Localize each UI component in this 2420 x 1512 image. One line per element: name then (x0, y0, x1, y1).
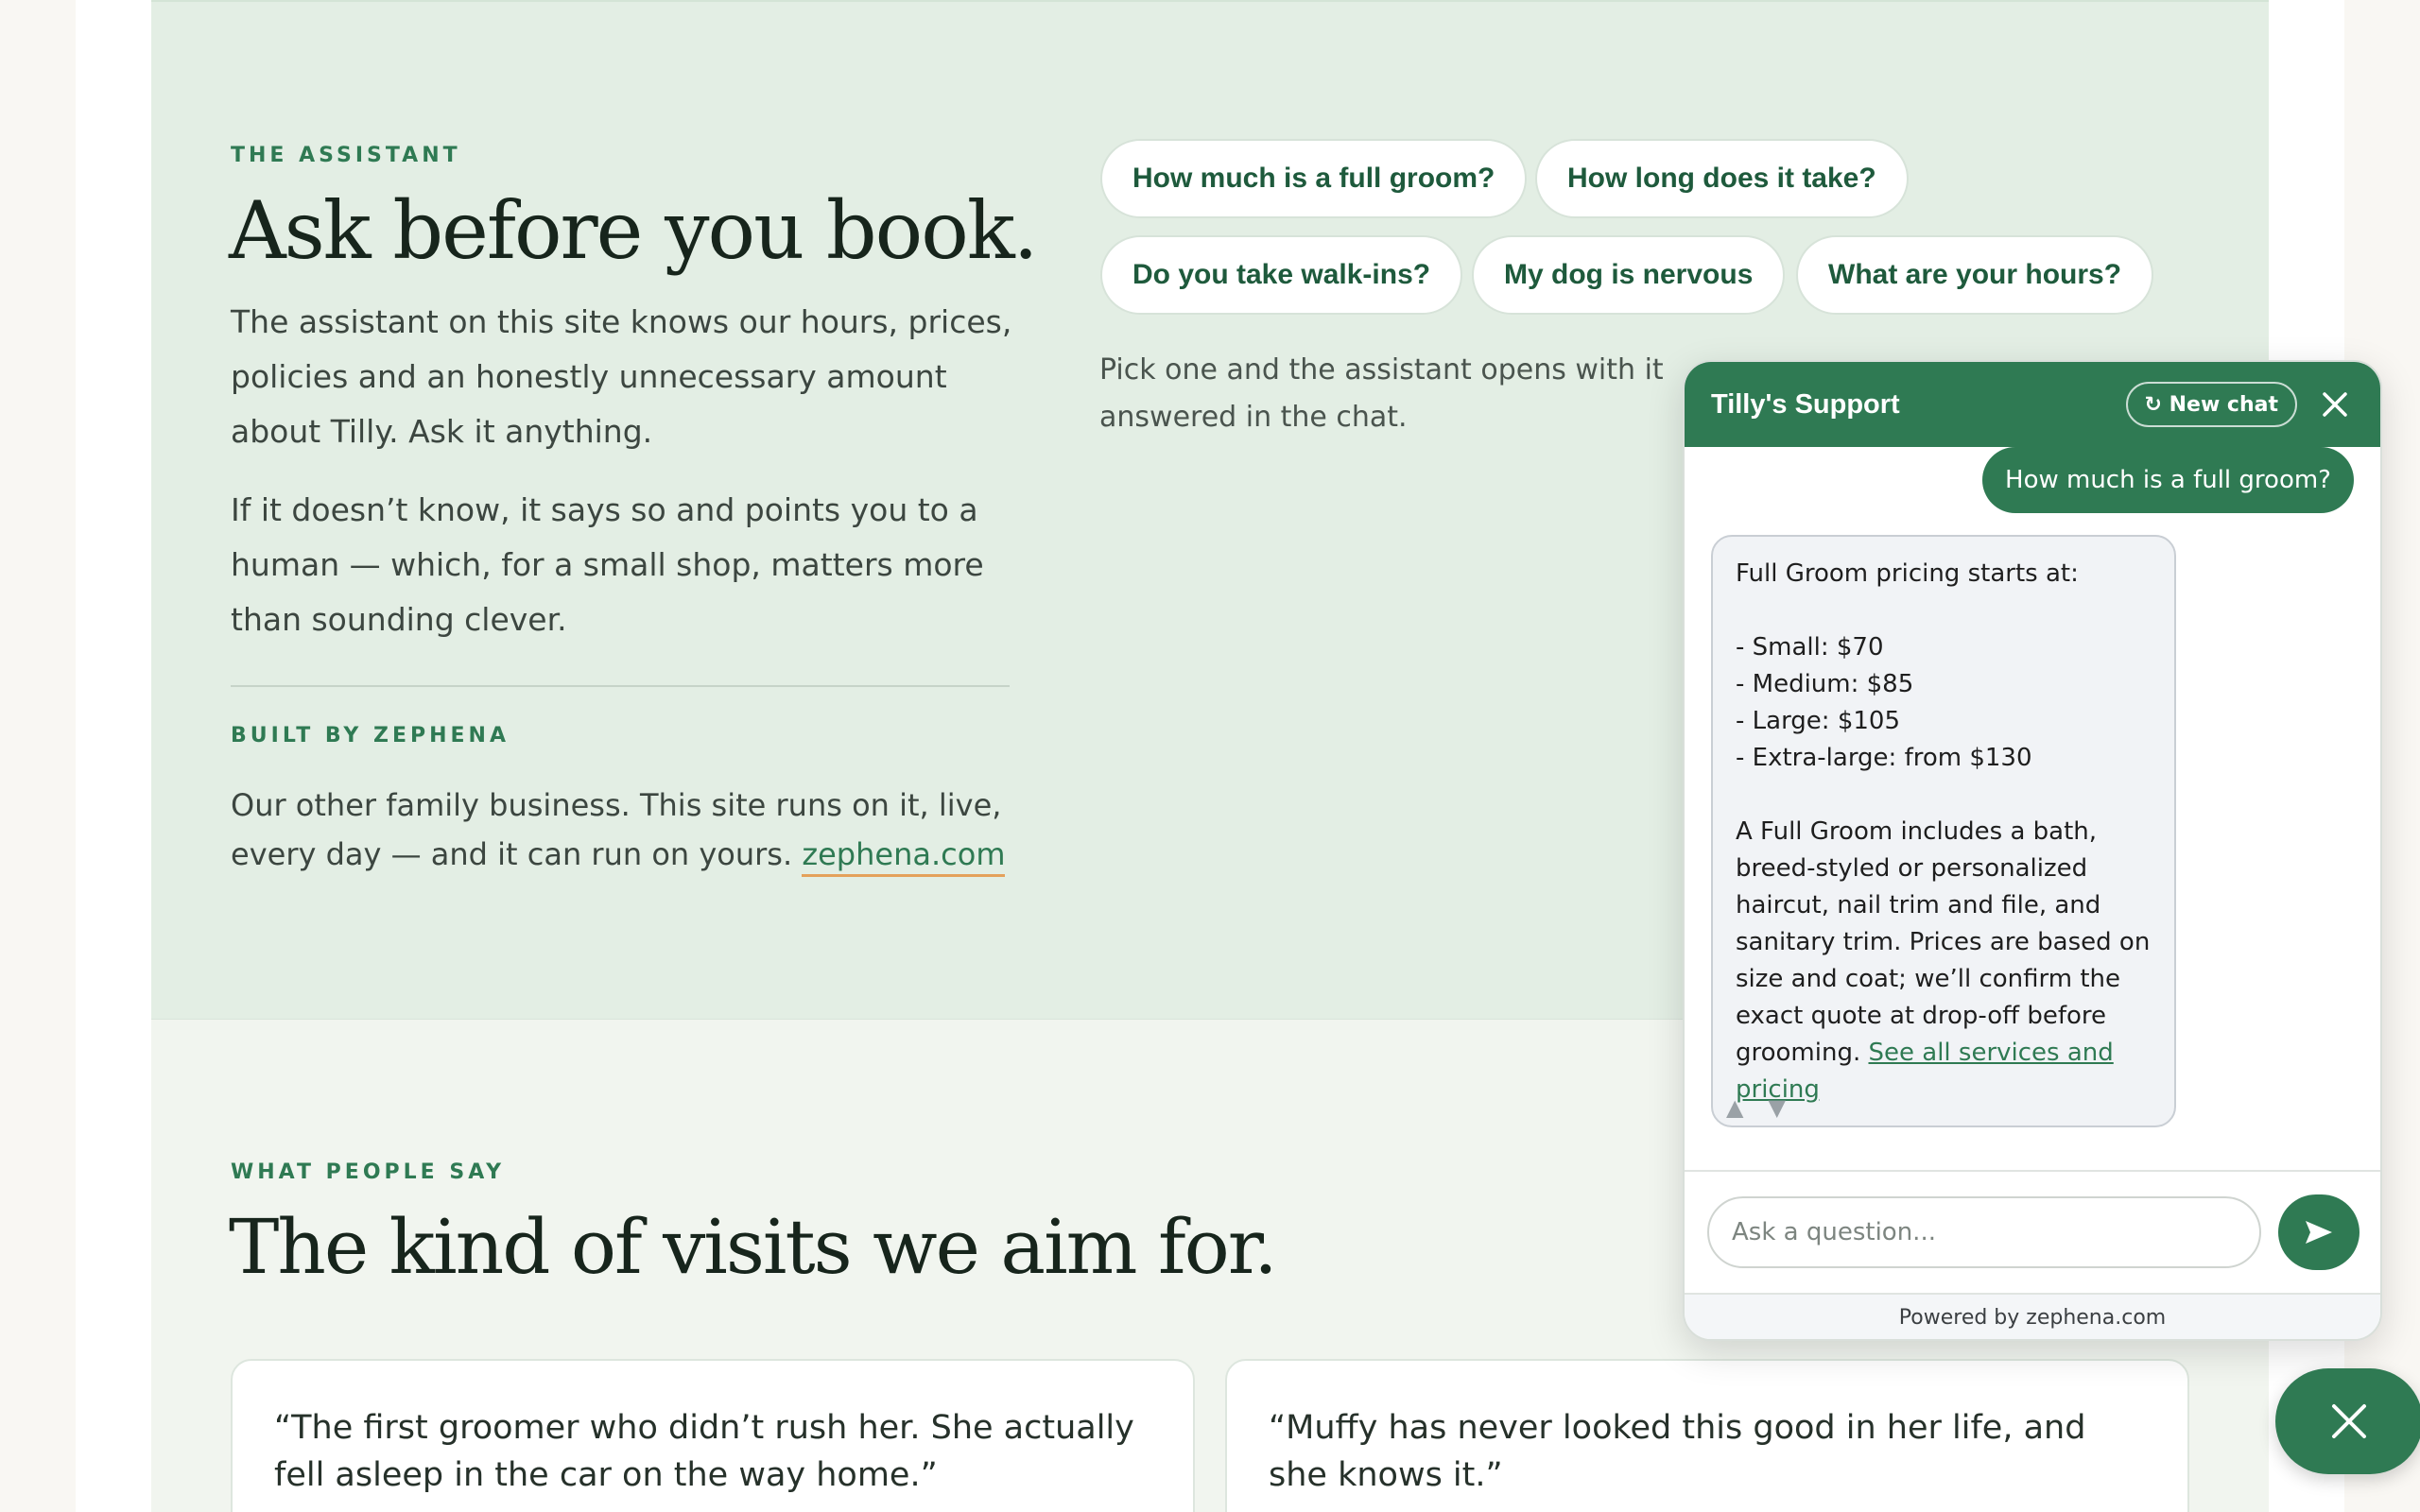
chat-powered-by: Powered by zephena.com (1685, 1293, 2380, 1339)
close-icon (2332, 1404, 2366, 1438)
bot-line: - Medium: $85 (1736, 670, 1914, 698)
message-feedback: ▲ ▼ (1726, 1094, 1786, 1121)
chat-widget: Tilly's Support ↻ New chat How much is a… (1683, 360, 2382, 1341)
bot-paragraph: A Full Groom includes a bath, breed-styl… (1736, 814, 2152, 1108)
assistant-paragraph-2: If it doesn’t know, it says so and point… (231, 491, 984, 638)
chat-toggle-button[interactable] (2275, 1368, 2420, 1474)
new-chat-button[interactable]: ↻ New chat (2125, 382, 2297, 427)
send-icon (2306, 1221, 2332, 1244)
chat-header: Tilly's Support ↻ New chat (1685, 362, 2380, 447)
chip-nervous-dog[interactable]: My dog is nervous (1472, 235, 1786, 315)
built-by-text: Our other family business. This site run… (231, 781, 1015, 879)
people-eyebrow: WHAT PEOPLE SAY (231, 1160, 506, 1184)
section-divider (231, 685, 1010, 687)
people-headline: The kind of visits we aim for. (229, 1203, 1278, 1291)
testimonial-quote-1: “The first groomer who didn’t rush her. … (274, 1409, 1134, 1494)
bot-line: - Large: $105 (1736, 707, 1900, 735)
testimonial-card-1: “The first groomer who didn’t rush her. … (231, 1359, 1195, 1512)
chat-toggle-inner (2275, 1368, 2420, 1474)
bot-line: Full Groom pricing starts at: (1736, 559, 2079, 588)
bot-line: - Small: $70 (1736, 633, 1884, 662)
chip-full-groom[interactable]: How much is a full groom? (1100, 139, 1528, 218)
chip-how-long[interactable]: How long does it take? (1535, 139, 1909, 218)
chat-title: Tilly's Support (1711, 388, 1900, 420)
assistant-eyebrow: THE ASSISTANT (231, 144, 461, 167)
thumbs-down-icon[interactable]: ▼ (1768, 1094, 1785, 1121)
chips-hint: Pick one and the assistant opens with it… (1099, 353, 1664, 434)
testimonial-card-2: “Muffy has never looked this good in her… (1225, 1359, 2189, 1512)
chat-input-bar (1685, 1170, 2380, 1293)
chip-hours[interactable]: What are your hours? (1796, 235, 2154, 315)
built-by-eyebrow: BUILT BY ZEPHENA (231, 724, 510, 747)
bot-line-gap (1736, 777, 2152, 814)
bot-paragraph-text: A Full Groom includes a bath, breed-styl… (1736, 817, 2151, 1067)
bot-message: Full Groom pricing starts at: - Small: $… (1711, 535, 2176, 1127)
assistant-headline: Ask before you book. (229, 184, 1038, 277)
assistant-paragraph-1: The assistant on this site knows our hou… (231, 303, 1012, 450)
send-button[interactable] (2278, 1194, 2360, 1270)
chip-walk-ins[interactable]: Do you take walk-ins? (1100, 235, 1463, 315)
chat-question-input[interactable] (1707, 1196, 2261, 1268)
zephena-link[interactable]: zephena.com (802, 836, 1006, 877)
close-icon[interactable] (2316, 386, 2354, 423)
thumbs-up-icon[interactable]: ▲ (1726, 1094, 1743, 1121)
testimonial-quote-2: “Muffy has never looked this good in her… (1269, 1409, 2086, 1494)
close-icon-svg (2323, 392, 2347, 417)
user-message: How much is a full groom? (1982, 447, 2354, 513)
bot-line-gap (1736, 593, 2152, 629)
bot-line: - Extra-large: from $130 (1736, 744, 2032, 772)
